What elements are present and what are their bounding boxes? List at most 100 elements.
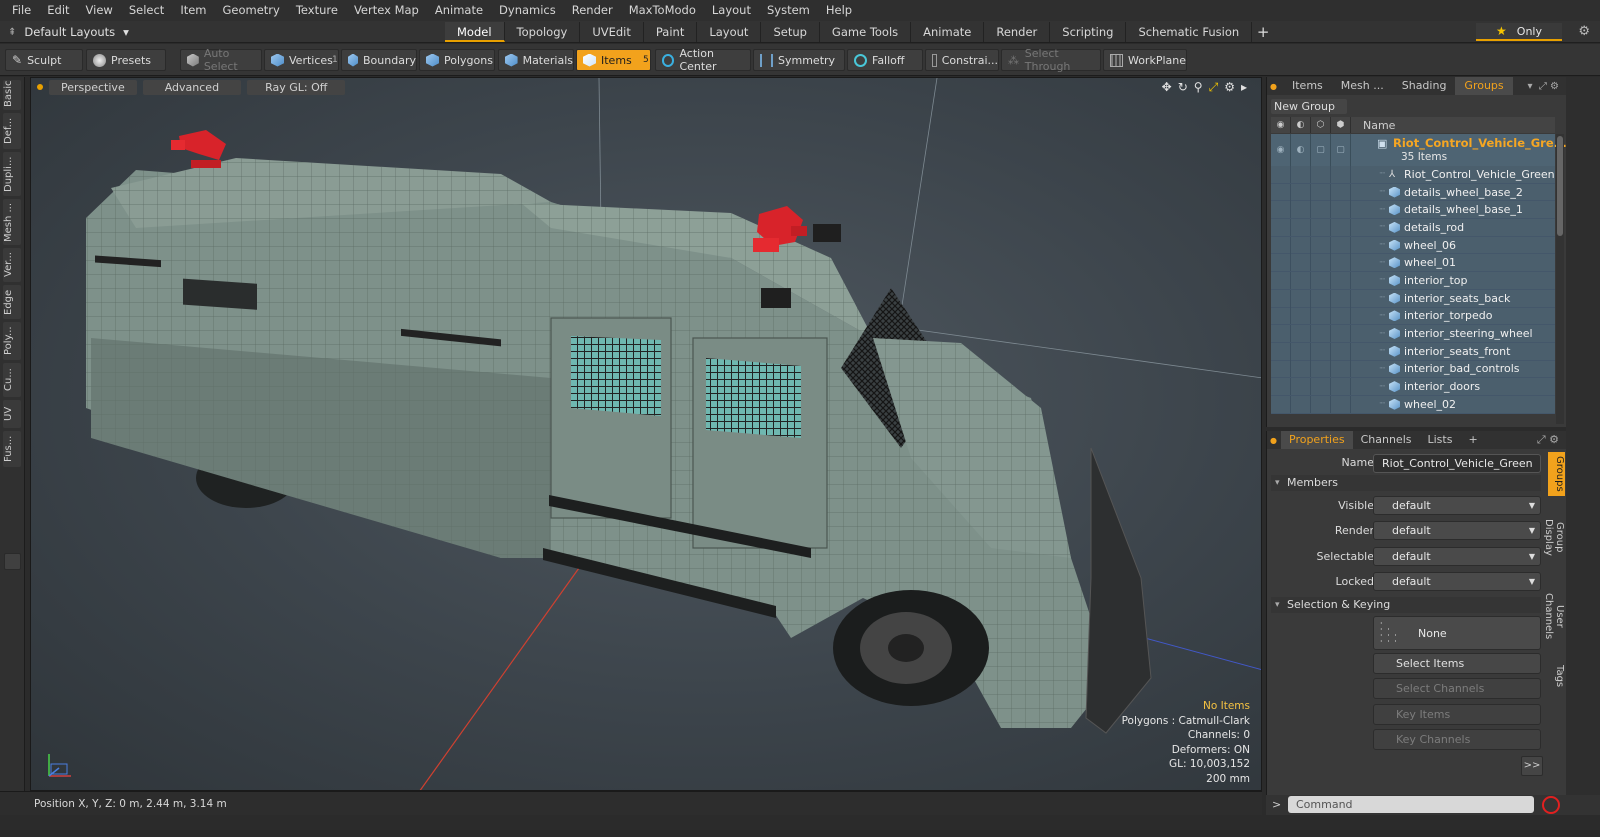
row-select-cell[interactable] <box>1311 201 1331 219</box>
panel-menu-icon[interactable]: ▾ ⤢ ⚙ <box>1527 81 1567 92</box>
viewport-perspective-button[interactable]: Perspective <box>49 79 137 95</box>
members-section-header[interactable]: Members <box>1271 475 1541 491</box>
menu-system[interactable]: System <box>759 0 818 21</box>
selectable-select[interactable]: default ▼ <box>1373 547 1541 566</box>
row-render-cell[interactable] <box>1291 360 1311 378</box>
left-tab-curve[interactable]: Cu... <box>3 363 21 397</box>
left-tab-edge[interactable]: Edge <box>3 285 21 319</box>
row-eye-cell[interactable] <box>1271 395 1291 413</box>
menu-layout[interactable]: Layout <box>704 0 759 21</box>
symmetry-button[interactable]: Symmetry <box>753 49 845 71</box>
group-render-icon[interactable]: ◐ <box>1291 134 1311 166</box>
tab-topology[interactable]: Topology <box>505 22 581 42</box>
tab-render[interactable]: Render <box>984 22 1051 42</box>
list-item[interactable]: ┈ wheel_01 <box>1271 254 1555 273</box>
vtab-groups[interactable]: Groups <box>1548 452 1565 496</box>
left-tab-deform[interactable]: Def... <box>3 113 21 149</box>
list-item[interactable]: ┈ interior_bad_controls <box>1271 360 1555 379</box>
row-select-cell[interactable] <box>1311 271 1331 289</box>
menu-vertex-map[interactable]: Vertex Map <box>346 0 427 21</box>
key-items-button[interactable]: Key Items <box>1373 704 1541 725</box>
row-eye-cell[interactable] <box>1271 166 1291 183</box>
list-item[interactable]: ┈ interior_torpedo <box>1271 307 1555 326</box>
group-select-icon[interactable]: ▢ <box>1311 134 1331 166</box>
tab-game-tools[interactable]: Game Tools <box>820 22 912 42</box>
tab-channels[interactable]: Channels <box>1353 431 1420 449</box>
visible-select[interactable]: default ▼ <box>1373 496 1541 515</box>
row-render-cell[interactable] <box>1291 236 1311 254</box>
tab-items[interactable]: Items <box>1283 77 1332 95</box>
scrollbar-thumb[interactable] <box>1557 136 1563 236</box>
row-render-cell[interactable] <box>1291 201 1311 219</box>
tab-uvedit[interactable]: UVEdit <box>580 22 644 42</box>
menu-edit[interactable]: Edit <box>39 0 77 21</box>
group-eye-icon[interactable]: ◉ <box>1271 134 1291 166</box>
select-items-button[interactable]: Select Items <box>1373 653 1541 674</box>
row-lock-cell[interactable] <box>1331 395 1351 413</box>
fit-icon[interactable]: ⤢ <box>1209 80 1219 95</box>
falloff-button[interactable]: Falloff <box>847 49 923 71</box>
items-button[interactable]: Items <box>576 49 651 71</box>
key-channels-button[interactable]: Key Channels <box>1373 729 1541 750</box>
tab-animate[interactable]: Animate <box>911 22 985 42</box>
row-render-cell[interactable] <box>1291 183 1311 201</box>
row-render-cell[interactable] <box>1291 289 1311 307</box>
row-eye-cell[interactable] <box>1271 342 1291 360</box>
left-tab-mesh[interactable]: Mesh ... <box>3 199 21 245</box>
row-select-cell[interactable] <box>1311 254 1331 272</box>
tab-lists[interactable]: Lists <box>1420 431 1461 449</box>
row-render-cell[interactable] <box>1291 378 1311 396</box>
row-select-cell[interactable] <box>1311 218 1331 236</box>
gear-icon[interactable]: ⚙ <box>1578 24 1590 39</box>
3d-viewport[interactable]: Perspective Advanced Ray GL: Off ✥ ↻ ⚲ ⤢… <box>30 77 1262 791</box>
materials-button[interactable]: Materials <box>498 49 574 71</box>
row-select-cell[interactable] <box>1311 325 1331 343</box>
row-eye-cell[interactable] <box>1271 271 1291 289</box>
select-icon[interactable]: ⬡ <box>1311 117 1331 133</box>
group-row[interactable]: ◉ ◐ ▢ ▢ ▣ Riot_Control_Vehicle_Gre... 35… <box>1271 134 1567 166</box>
row-select-cell[interactable] <box>1311 378 1331 396</box>
new-group-button[interactable]: New Group <box>1271 99 1347 114</box>
layout-collapse-icon[interactable]: ⇞ <box>8 27 16 38</box>
tab-paint[interactable]: Paint <box>644 22 698 42</box>
strip-toggle-button[interactable] <box>4 553 21 570</box>
menu-render[interactable]: Render <box>564 0 621 21</box>
presets-button[interactable]: Presets <box>86 49 166 71</box>
row-select-cell[interactable] <box>1311 307 1331 325</box>
row-render-cell[interactable] <box>1291 166 1311 183</box>
row-lock-cell[interactable] <box>1331 218 1351 236</box>
rotate-icon[interactable]: ↻ <box>1178 80 1188 95</box>
row-eye-cell[interactable] <box>1271 360 1291 378</box>
tab-model[interactable]: Model <box>445 22 505 42</box>
list-item[interactable]: ┈ ⅄ Riot_Control_Vehicle_Green <box>1271 166 1555 184</box>
row-eye-cell[interactable] <box>1271 254 1291 272</box>
menu-texture[interactable]: Texture <box>288 0 346 21</box>
select-through-button[interactable]: ⁂ Select Through <box>1001 47 1101 73</box>
render-select[interactable]: default ▼ <box>1373 521 1541 540</box>
menu-dynamics[interactable]: Dynamics <box>491 0 564 21</box>
row-render-cell[interactable] <box>1291 307 1311 325</box>
add-tab-icon[interactable]: + <box>1460 431 1485 449</box>
vtab-group-display[interactable]: Group Display <box>1543 500 1565 574</box>
tab-scripting[interactable]: Scripting <box>1050 22 1127 42</box>
row-lock-cell[interactable] <box>1331 360 1351 378</box>
row-eye-cell[interactable] <box>1271 378 1291 396</box>
row-eye-cell[interactable] <box>1271 325 1291 343</box>
selection-set-none-button[interactable]: · · · · · · · · · None <box>1373 616 1541 650</box>
tab-setup[interactable]: Setup <box>761 22 820 42</box>
row-select-cell[interactable] <box>1311 342 1331 360</box>
list-item[interactable]: ┈ details_wheel_base_1 <box>1271 201 1555 220</box>
menu-file[interactable]: File <box>0 0 39 21</box>
viewport-advanced-button[interactable]: Advanced <box>142 79 242 95</box>
lock-icon[interactable]: ⬢ <box>1331 117 1351 133</box>
row-lock-cell[interactable] <box>1331 378 1351 396</box>
menu-animate[interactable]: Animate <box>427 0 491 21</box>
action-center-button[interactable]: Action Center <box>655 47 751 73</box>
row-lock-cell[interactable] <box>1331 307 1351 325</box>
name-field[interactable]: Riot_Control_Vehicle_Green (2) <box>1373 454 1541 487</box>
list-item[interactable]: ┈ interior_seats_back <box>1271 289 1555 308</box>
row-eye-cell[interactable] <box>1271 289 1291 307</box>
vertices-button[interactable]: Vertices <box>264 49 339 71</box>
sculpt-button[interactable]: ✎ Sculpt <box>5 49 83 71</box>
left-tab-basic[interactable]: Basic <box>3 80 21 110</box>
